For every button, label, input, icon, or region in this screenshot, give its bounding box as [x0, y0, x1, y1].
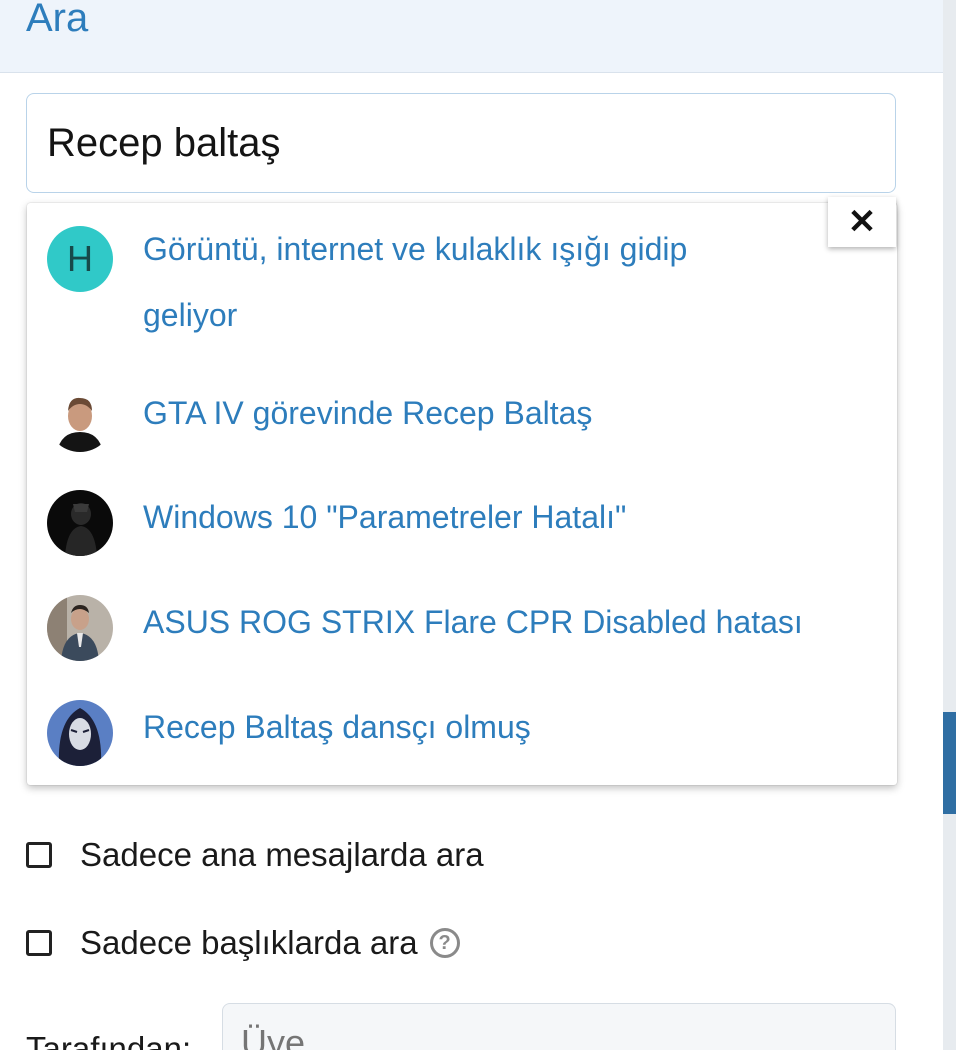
autocomplete-dropdown: H Görüntü, internet ve kulaklık ışığı gi… [27, 203, 897, 785]
sidebar-accent-bar [943, 712, 956, 814]
help-icon[interactable]: ? [429, 928, 460, 958]
result-title-line2[interactable]: geliyor [143, 282, 237, 348]
avatar: H [47, 226, 113, 292]
only-main-messages-label: Sadece ana mesajlarda ara [80, 836, 484, 873]
close-button[interactable]: ✕ [828, 197, 896, 247]
result-title[interactable]: Görüntü, internet ve kulaklık ışığı gidi… [143, 216, 687, 282]
panel-header: Ara [0, 0, 943, 73]
result-title[interactable]: ASUS ROG STRIX Flare CPR Disabled hatası [143, 589, 803, 655]
member-input[interactable] [222, 1003, 896, 1050]
result-title[interactable]: Recep Baltaş dansçı olmuş [143, 694, 531, 760]
avatar [47, 595, 113, 661]
search-panel: Ara H Görüntü, internet ve kulaklık ışığ… [0, 0, 943, 1050]
only-titles-option[interactable]: Sadece başlıklarda ara ? [26, 924, 460, 962]
close-icon: ✕ [847, 203, 877, 241]
only-titles-label: Sadece başlıklarda ara [80, 924, 418, 961]
avatar [47, 700, 113, 766]
page-title: Ara [26, 0, 89, 40]
user-photo-icon [47, 386, 113, 452]
only-main-messages-option[interactable]: Sadece ana mesajlarda ara [26, 836, 484, 874]
avatar [47, 386, 113, 452]
user-photo-icon [47, 700, 113, 766]
only-titles-checkbox[interactable] [26, 930, 52, 956]
user-photo-icon [47, 490, 113, 556]
by-member-label: Tarafından: [26, 1030, 192, 1050]
result-title[interactable]: GTA IV görevinde Recep Baltaş [143, 380, 592, 446]
only-main-messages-checkbox[interactable] [26, 842, 52, 868]
search-input[interactable] [26, 93, 896, 193]
result-title[interactable]: Windows 10 "Parametreler Hatalı" [143, 484, 626, 550]
avatar [47, 490, 113, 556]
sidebar-strip [943, 0, 956, 1050]
user-photo-icon [47, 595, 113, 661]
